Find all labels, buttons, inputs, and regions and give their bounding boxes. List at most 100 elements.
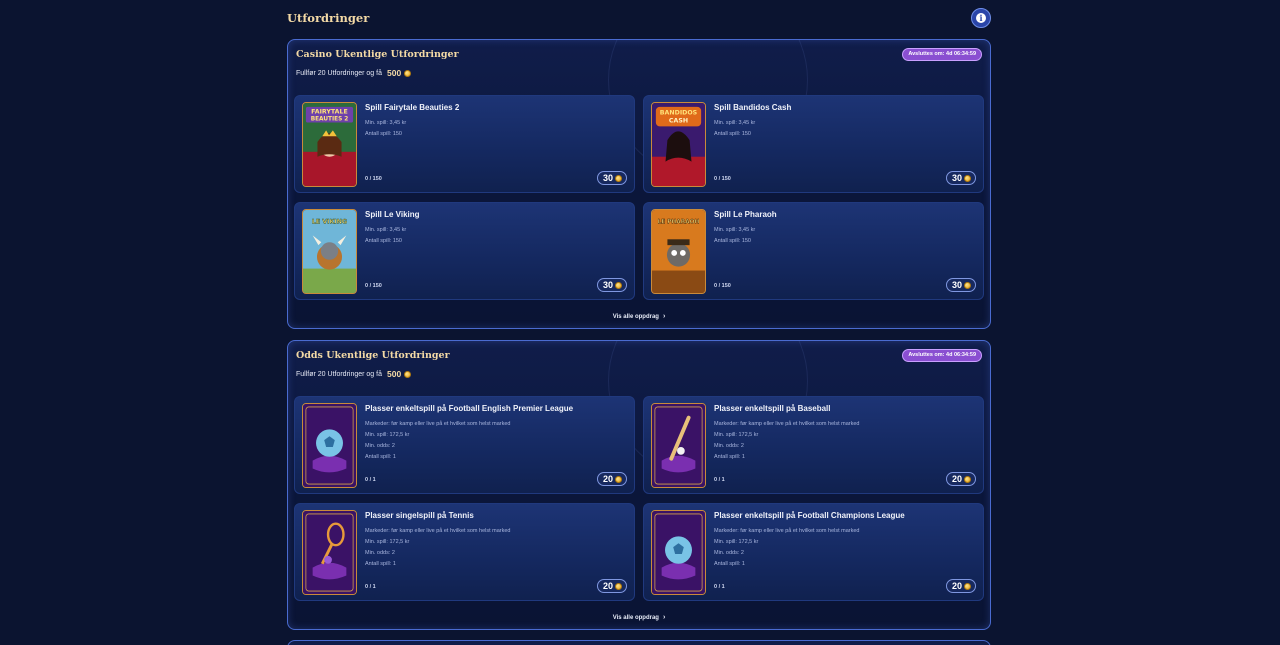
coin-icon (964, 475, 971, 483)
view-all-label: Vis alle oppdrag (612, 314, 659, 320)
points-badge: 20 (596, 579, 627, 593)
challenge-title: Plasser enkeltspill på Football English … (365, 404, 574, 413)
challenge-card[interactable]: LE PHARAOH Spill Le Pharaoh Min. spill: … (643, 202, 984, 300)
thumb-title-line-2: CASH (669, 117, 688, 124)
challenge-detail: Antall spill: 1 (365, 561, 396, 567)
football-thumbnail (302, 403, 357, 488)
challenge-detail: Antall spill: 150 (714, 131, 751, 137)
challenge-title: Plasser singelspill på Tennis (365, 511, 474, 520)
coin-icon (964, 174, 971, 182)
baseball-thumbnail (651, 403, 706, 488)
coin-icon (615, 281, 622, 289)
football-thumbnail (651, 510, 706, 595)
challenge-detail: Min. spill: 3,45 kr (714, 120, 756, 126)
challenge-detail: Min. odds: 2 (365, 550, 395, 556)
challenge-card[interactable]: Plasser enkeltspill på Football English … (294, 396, 635, 494)
challenge-detail: Markeder: før kamp eller live på et hvil… (365, 421, 511, 427)
info-button[interactable]: i (971, 8, 991, 28)
timer-badge: Avsluttes om: 4d 06:34:59 (902, 48, 982, 61)
points-badge: 30 (596, 278, 627, 292)
challenge-progress: 0 / 1 (714, 584, 725, 590)
challenge-detail: Antall spill: 1 (714, 561, 745, 567)
page-title: Utfordringer (287, 11, 370, 25)
thumb-title: LE PHARAOH (658, 220, 700, 226)
points-value: 30 (602, 173, 613, 183)
challenge-progress: 0 / 1 (365, 477, 376, 483)
view-all-link[interactable]: Vis alle oppdrag › (288, 614, 990, 621)
challenge-card[interactable]: Plasser enkeltspill på Baseball Markeder… (643, 396, 984, 494)
challenge-title: Spill Bandidos Cash (714, 103, 792, 112)
points-value: 20 (602, 581, 613, 591)
challenge-card[interactable]: BANDIDOS CASH Spill Bandidos Cash Min. s… (643, 95, 984, 193)
section-title: Odds Ukentlige Utfordringer (296, 350, 450, 361)
challenge-detail: Antall spill: 1 (714, 454, 745, 460)
info-icon: i (976, 13, 986, 23)
challenge-detail: Min. odds: 2 (714, 443, 744, 449)
challenge-details: Min. spill: 3,45 kr Antall spill: 150 (365, 225, 406, 247)
challenge-detail: Min. spill: 3,45 kr (365, 120, 407, 126)
challenge-cards: Plasser enkeltspill på Football English … (294, 396, 984, 601)
challenge-details: Min. spill: 3,45 kr Antall spill: 150 (365, 118, 406, 140)
reward-text: Fullfør 20 Utfordringer og få (296, 69, 382, 77)
reward-line: Fullfør 20 Utfordringer og få 500 (296, 68, 412, 78)
view-all-link[interactable]: Vis alle oppdrag › (288, 313, 990, 320)
challenge-details: Markeder: før kamp eller live på et hvil… (365, 419, 511, 463)
game-thumbnail: LE PHARAOH (651, 209, 706, 294)
view-all-label: Vis alle oppdrag (612, 615, 659, 621)
challenge-card[interactable]: Plasser enkeltspill på Football Champion… (643, 503, 984, 601)
coin-icon (615, 582, 622, 590)
points-badge: 20 (945, 579, 976, 593)
challenge-details: Min. spill: 3,45 kr Antall spill: 150 (714, 118, 755, 140)
casino-challenges-section: Casino Ukentlige Utfordringer Avsluttes … (287, 39, 991, 329)
coin-icon (964, 281, 971, 289)
points-value: 20 (602, 474, 613, 484)
challenge-detail: Antall spill: 150 (365, 131, 402, 137)
challenge-detail: Min. spill: 172,5 kr (365, 432, 410, 438)
chevron-right-icon: › (662, 614, 666, 621)
coin-icon (404, 69, 412, 77)
challenge-title: Plasser enkeltspill på Baseball (714, 404, 831, 413)
challenge-title: Spill Le Pharaoh (714, 210, 777, 219)
challenge-details: Markeder: før kamp eller live på et hvil… (714, 526, 860, 570)
coin-icon (615, 174, 622, 182)
challenge-detail: Markeder: før kamp eller live på et hvil… (365, 528, 511, 534)
challenge-card[interactable]: Plasser singelspill på Tennis Markeder: … (294, 503, 635, 601)
section-title: Casino Ukentlige Utfordringer (296, 49, 459, 60)
challenge-detail: Markeder: før kamp eller live på et hvil… (714, 528, 860, 534)
challenge-details: Markeder: før kamp eller live på et hvil… (714, 419, 860, 463)
challenge-title: Plasser enkeltspill på Football Champion… (714, 511, 905, 520)
next-section-peek (287, 640, 991, 645)
points-value: 30 (602, 280, 613, 290)
points-value: 20 (951, 581, 962, 591)
challenge-progress: 0 / 150 (714, 176, 731, 182)
challenge-progress: 0 / 1 (365, 584, 376, 590)
challenge-cards: FAIRYTALE BEAUTIES 2 Spill Fairytale Bea… (294, 95, 984, 300)
points-badge: 30 (945, 278, 976, 292)
game-thumbnail: LE VIKING (302, 209, 357, 294)
challenge-detail: Min. odds: 2 (365, 443, 395, 449)
challenge-details: Markeder: før kamp eller live på et hvil… (365, 526, 511, 570)
coin-icon (964, 582, 971, 590)
challenge-detail: Antall spill: 150 (365, 238, 402, 244)
challenge-progress: 0 / 150 (365, 176, 382, 182)
reward-line: Fullfør 20 Utfordringer og få 500 (296, 369, 412, 379)
challenge-title: Spill Le Viking (365, 210, 420, 219)
thumb-title-line-2: BEAUTIES 2 (311, 117, 349, 123)
challenge-card[interactable]: LE VIKING Spill Le Viking Min. spill: 3,… (294, 202, 635, 300)
points-badge: 30 (945, 171, 976, 185)
challenge-card[interactable]: FAIRYTALE BEAUTIES 2 Spill Fairytale Bea… (294, 95, 635, 193)
timer-badge: Avsluttes om: 4d 06:34:59 (902, 349, 982, 362)
points-value: 20 (951, 474, 962, 484)
challenge-details: Min. spill: 3,45 kr Antall spill: 150 (714, 225, 755, 247)
coin-icon (615, 475, 622, 483)
challenge-detail: Min. spill: 172,5 kr (714, 432, 759, 438)
challenge-detail: Antall spill: 150 (714, 238, 751, 244)
challenge-progress: 0 / 1 (714, 477, 725, 483)
reward-amount: 500 (386, 68, 402, 78)
challenge-detail: Antall spill: 1 (365, 454, 396, 460)
thumb-title-line-1: BANDIDOS (660, 110, 698, 117)
points-badge: 20 (945, 472, 976, 486)
points-badge: 20 (596, 472, 627, 486)
game-thumbnail: BANDIDOS CASH (651, 102, 706, 187)
challenge-detail: Min. spill: 172,5 kr (714, 539, 759, 545)
